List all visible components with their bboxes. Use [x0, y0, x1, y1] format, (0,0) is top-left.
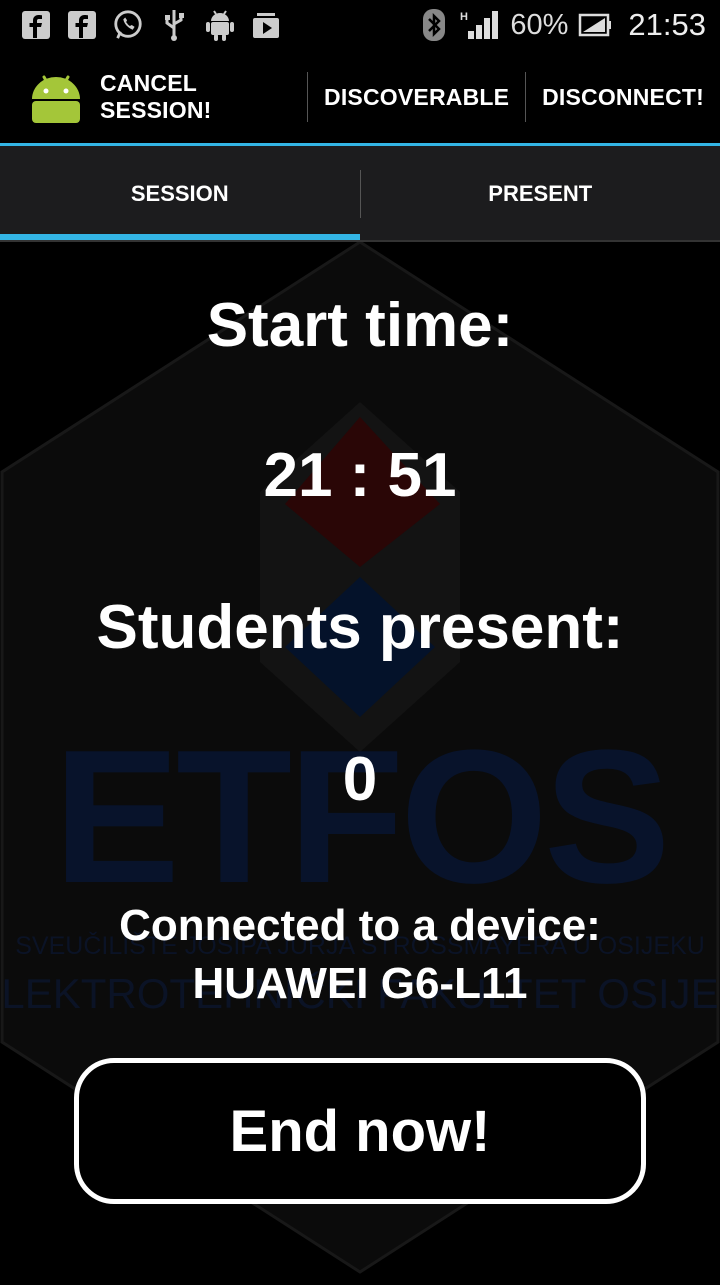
- tab-label: PRESENT: [488, 181, 592, 207]
- connected-label: Connected to a device:: [0, 900, 720, 952]
- signal-icon: H: [460, 9, 500, 41]
- students-present-label: Students present:: [0, 592, 720, 663]
- end-now-button[interactable]: End now!: [74, 1058, 646, 1204]
- app-android-icon[interactable]: [28, 69, 84, 125]
- discoverable-button[interactable]: DISCOVERABLE: [308, 50, 525, 144]
- session-content: Start time: 21 : 51 Students present: 0 …: [0, 242, 720, 1280]
- whatsapp-icon: [112, 9, 144, 41]
- facebook-icon: [66, 9, 98, 41]
- cancel-session-button[interactable]: CANCEL SESSION!: [84, 50, 307, 144]
- students-present-value: 0: [0, 744, 720, 815]
- bluetooth-icon: [418, 9, 450, 41]
- status-bar: H 60% 21:53: [0, 0, 720, 50]
- action-bar: CANCEL SESSION! DISCOVERABLE DISCONNECT!: [0, 50, 720, 144]
- clock: 21:53: [628, 7, 706, 43]
- connected-device-name: HUAWEI G6-L11: [0, 958, 720, 1010]
- media-icon: [250, 9, 282, 41]
- battery-icon: [578, 9, 612, 41]
- start-time-value: 21 : 51: [0, 440, 720, 511]
- usb-icon: [158, 9, 190, 41]
- action-bar-actions: CANCEL SESSION! DISCOVERABLE DISCONNECT!: [84, 50, 720, 144]
- tab-bar: SESSION PRESENT: [0, 146, 720, 242]
- disconnect-button[interactable]: DISCONNECT!: [526, 50, 720, 144]
- end-now-label: End now!: [230, 1098, 491, 1165]
- tab-session[interactable]: SESSION: [0, 146, 360, 242]
- tab-label: SESSION: [131, 181, 229, 207]
- facebook-icon: [20, 9, 52, 41]
- start-time-label: Start time:: [0, 290, 720, 361]
- tab-present[interactable]: PRESENT: [361, 146, 720, 242]
- android-icon: [204, 9, 236, 41]
- battery-percent: 60%: [510, 9, 568, 42]
- svg-text:H: H: [460, 11, 468, 23]
